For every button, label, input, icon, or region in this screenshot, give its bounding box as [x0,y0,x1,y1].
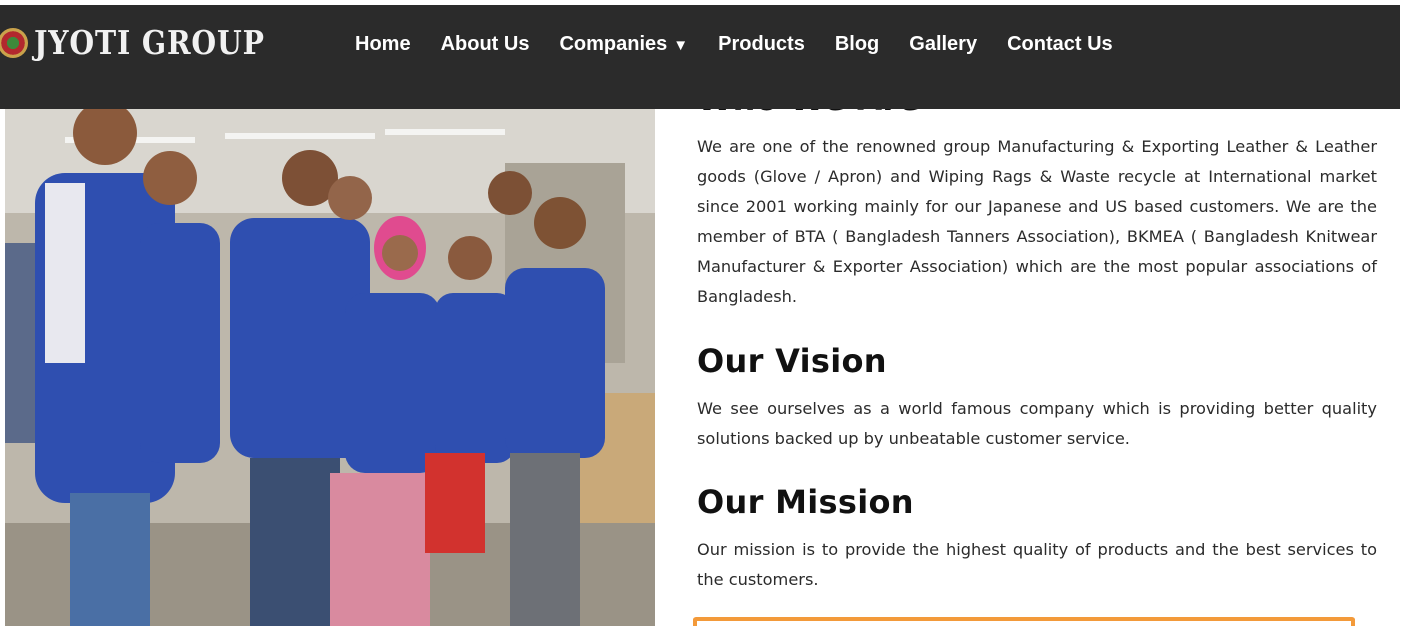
highlight-box [693,617,1355,626]
nav-products[interactable]: Products [718,33,805,56]
our-vision-text: We see ourselves as a world famous compa… [697,399,1377,448]
nav-contact-us[interactable]: Contact Us [1007,33,1113,56]
logo-emblem-icon [0,27,28,58]
our-mission-text: Our mission is to provide the highest qu… [697,540,1377,589]
nav-home[interactable]: Home [355,33,411,56]
brand-logo[interactable]: JYOTI GROUP [0,23,302,62]
navbar-row: JYOTI GROUP Home About Us Companies ▼ Pro… [0,5,1400,83]
caret-down-icon: ▼ [673,37,689,54]
nav-about-us[interactable]: About Us [441,33,530,56]
main-nav: Home About Us Companies ▼ Products Blog G… [355,33,1143,56]
nav-blog[interactable]: Blog [835,33,879,56]
page-edge [1400,0,1407,626]
nav-companies[interactable]: Companies ▼ [559,33,688,56]
nav-companies-label: Companies [559,33,668,55]
nav-gallery[interactable]: Gallery [909,33,977,56]
our-mission-heading: Our Mission [697,483,914,521]
top-navbar: JYOTI GROUP Home About Us Companies ▼ Pro… [0,5,1400,109]
team-photo [5,93,655,626]
who-we-are-text: We are one of the renowned group Manufac… [697,137,1377,306]
our-vision-heading: Our Vision [697,342,887,380]
brand-name: JYOTI GROUP [34,23,265,62]
team-photo-illustration [5,93,655,626]
